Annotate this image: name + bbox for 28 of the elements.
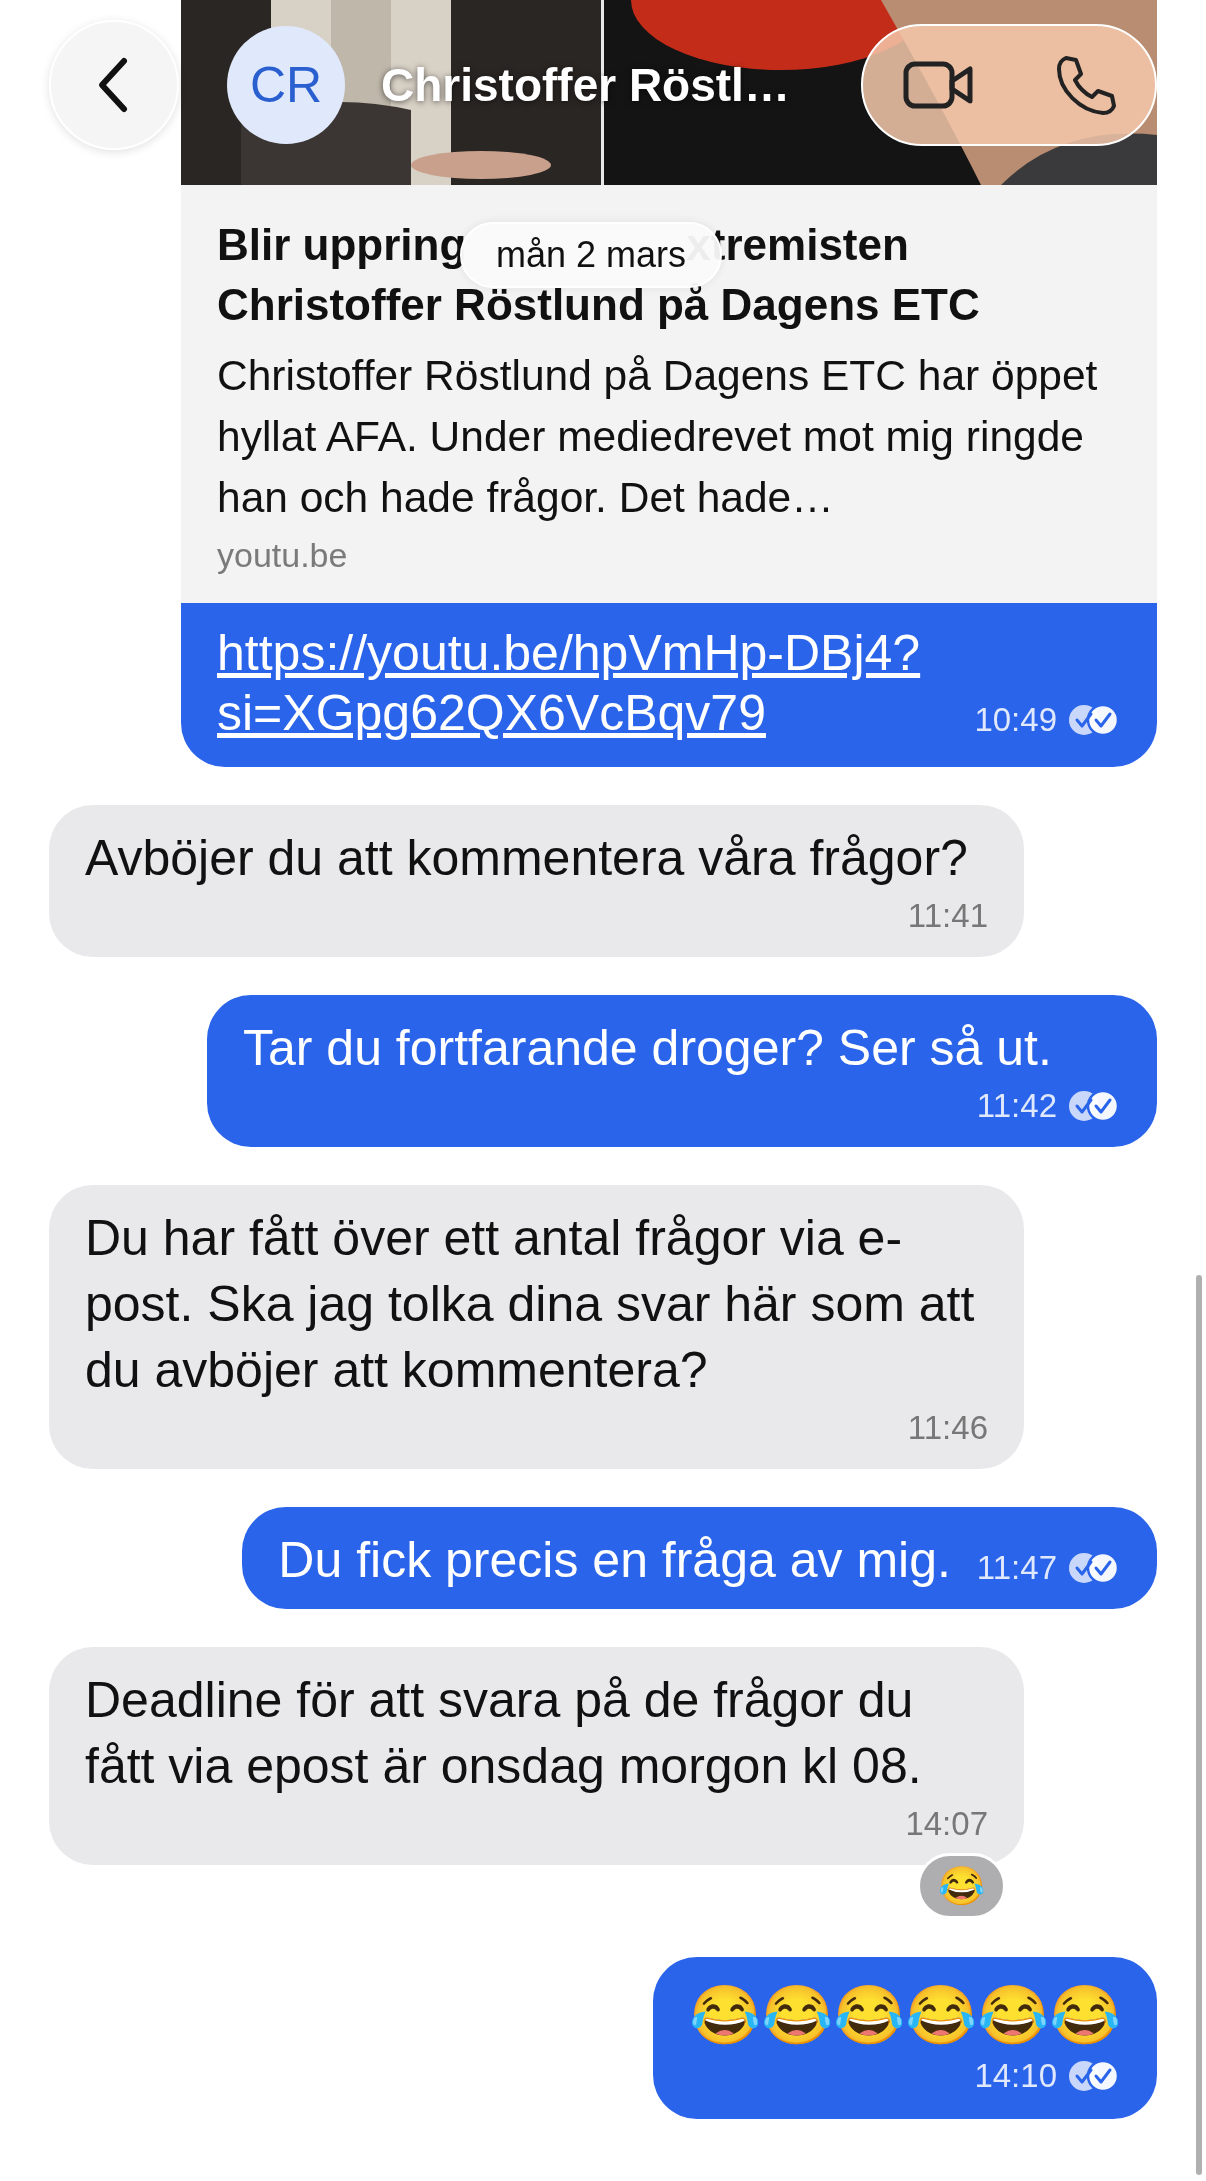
received-message-bubble[interactable]: Du har fått över ett antal frågor via e-post. Ska jag tolka dina svar här som att du avböjer att kommentera? 11:46 — [49, 1185, 1024, 1469]
message-time: 14:07 — [905, 1805, 988, 1843]
message-text: 😂😂😂😂😂😂 — [689, 1981, 1121, 2049]
link-description: Christoffer Röstlund på Dagens ETC har öppet hyllat AFA. Under mediedrevet mot mig ringde han och hade frågor. Det hade… — [217, 351, 1099, 523]
message-text: Du fick precis en fråga av mig. — [278, 1531, 951, 1590]
link[interactable]: https://youtu.be/hpVmHp-DBj4?si=XGpg62QX6VcBqv79 — [217, 623, 975, 743]
message-time: 10:49 — [974, 701, 1057, 739]
link-message-bubble[interactable] — [181, 0, 1157, 767]
message-time: 11:42 — [976, 1087, 1057, 1125]
received-message-bubble[interactable]: Avböjer du att kommentera våra frågor? 11:41 — [49, 805, 1024, 957]
sent-message-bubble[interactable]: Du fick precis en fråga av mig. 11:47 — [242, 1507, 1157, 1609]
message-text: Tar du fortfarande droger? Ser så ut. — [243, 1019, 1052, 1078]
link-domain: youtu.be — [217, 536, 349, 575]
video-call-button[interactable] — [902, 59, 975, 111]
message-time: 11:46 — [907, 1409, 988, 1447]
sent-message-bubble[interactable]: Tar du fortfarande droger? Ser så ut. 11:42 — [207, 995, 1157, 1147]
link-title: Blir uppring — [217, 219, 467, 271]
scrollbar[interactable] — [1196, 1275, 1202, 2175]
received-message-bubble[interactable]: Deadline för att svara på de frågor du fått via epost är onsdag morgon kl 08. 14:07 — [49, 1647, 1024, 1865]
message-text: Avböjer du att kommentera våra frågor? — [85, 829, 968, 888]
message-text: Deadline för att svara på de frågor du fått via epost är onsdag morgon kl 08. — [85, 1671, 923, 1796]
message-time: 11:41 — [907, 897, 988, 935]
sent-message-bubble[interactable]: 😂😂😂😂😂😂 14:10 — [653, 1957, 1157, 2119]
link-title: Christoffer Röstlund på Dagens ETC — [217, 279, 981, 331]
message-time: 14:10 — [974, 2057, 1057, 2095]
message-text: Du har fått över ett antal frågor via e-post. Ska jag tolka dina svar här som att du avböjer att kommentera? — [85, 1209, 976, 1400]
video-camera-icon — [902, 59, 975, 111]
message-time: 11:47 — [976, 1549, 1057, 1587]
